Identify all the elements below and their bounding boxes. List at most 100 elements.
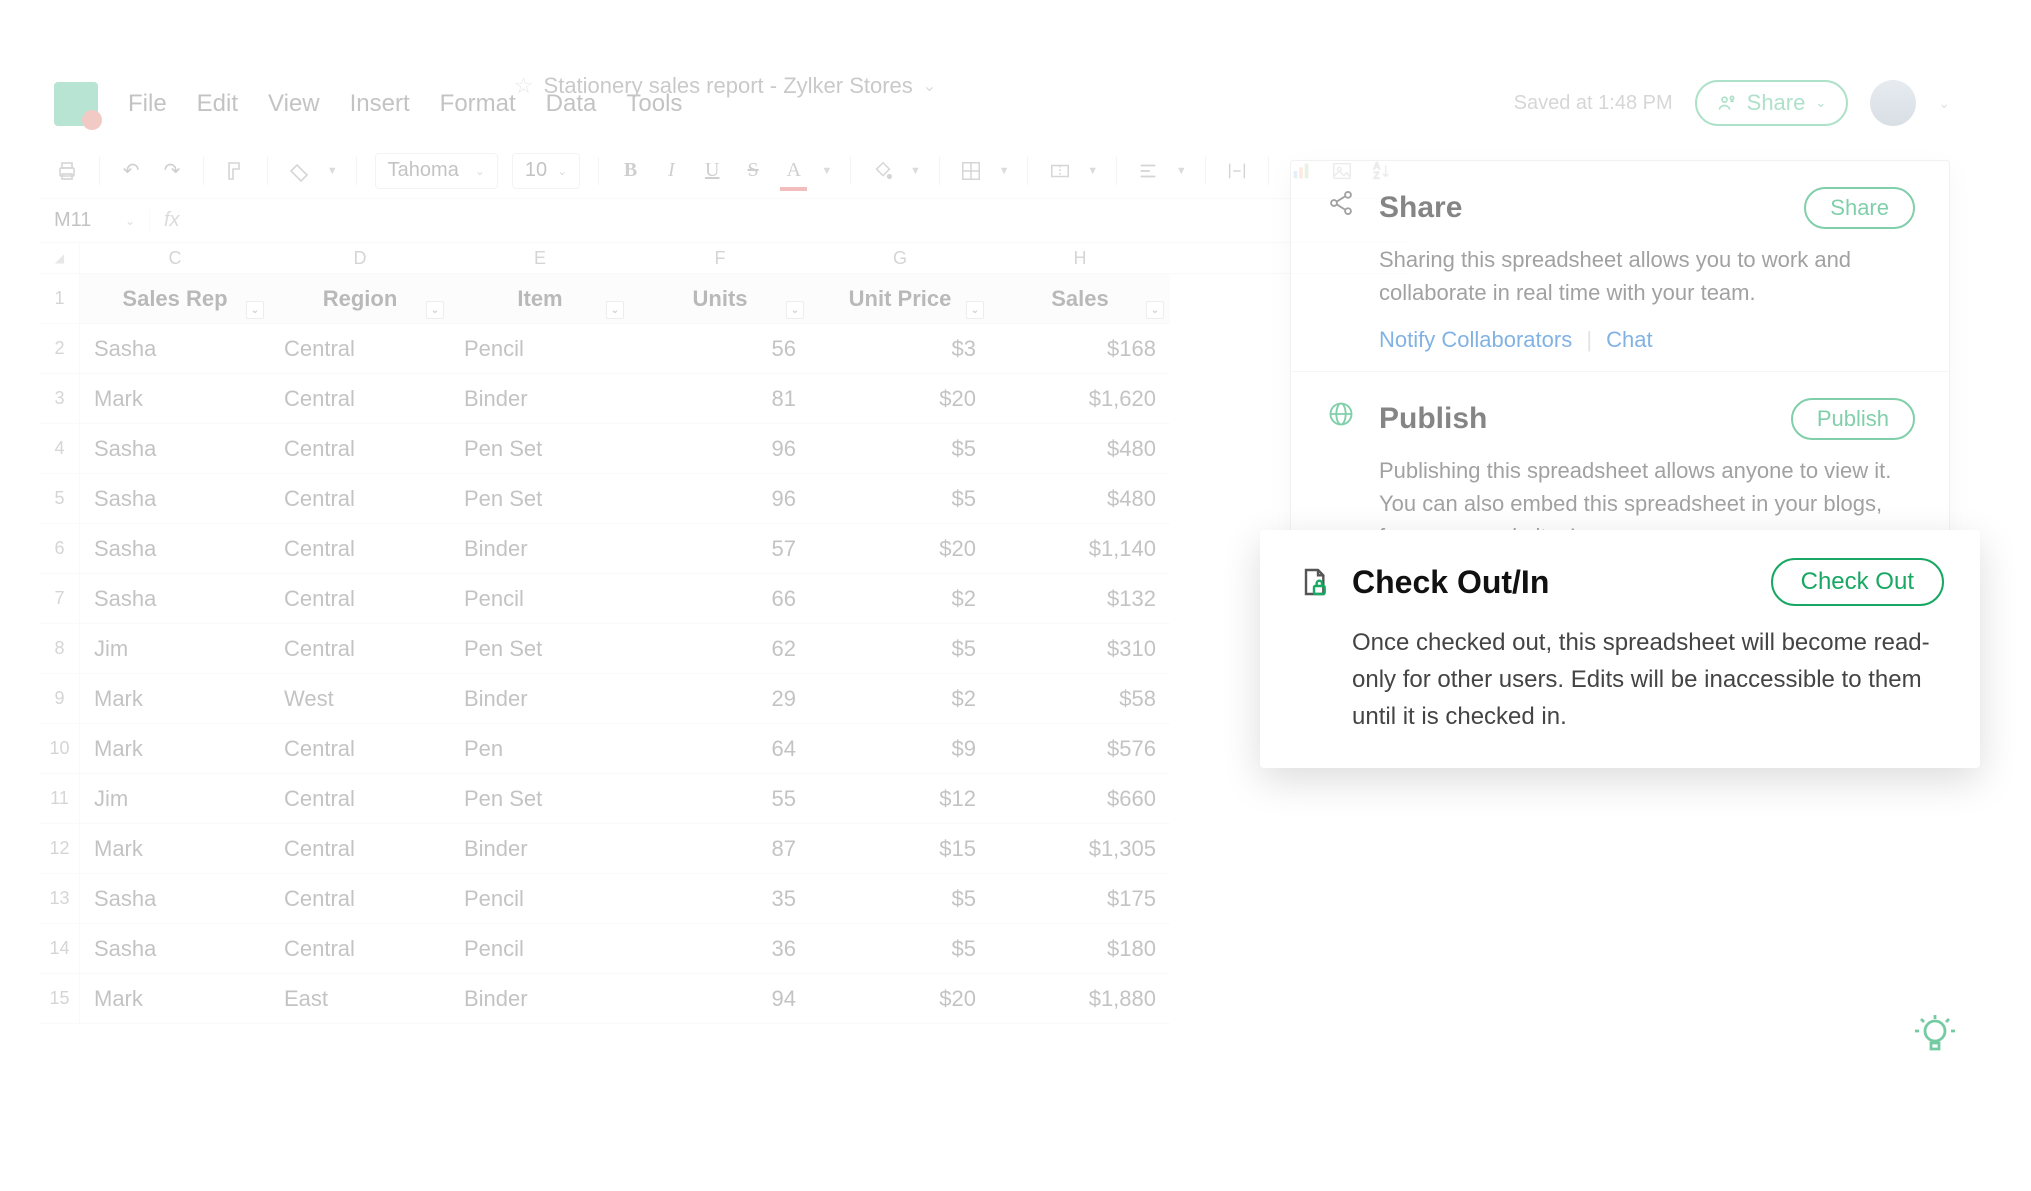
cell[interactable]: Sasha bbox=[80, 424, 270, 473]
cell[interactable]: Jim bbox=[80, 624, 270, 673]
cell[interactable]: Central bbox=[270, 524, 450, 573]
cell[interactable]: Sasha bbox=[80, 524, 270, 573]
clear-format-icon[interactable] bbox=[286, 156, 313, 186]
row-header[interactable]: 10 bbox=[40, 724, 80, 774]
cell[interactable]: 87 bbox=[630, 824, 810, 873]
table-row[interactable]: SashaCentralPen Set96$5$480 bbox=[80, 424, 1170, 474]
notify-collaborators-link[interactable]: Notify Collaborators bbox=[1379, 327, 1572, 352]
cell[interactable]: Binder bbox=[450, 524, 630, 573]
cell[interactable]: Pencil bbox=[450, 324, 630, 373]
cell[interactable]: Central bbox=[270, 474, 450, 523]
star-icon[interactable]: ☆ bbox=[514, 73, 534, 99]
cell[interactable]: $1,620 bbox=[990, 374, 1170, 423]
header-sales[interactable]: Sales⌄ bbox=[990, 274, 1170, 323]
cell[interactable]: $660 bbox=[990, 774, 1170, 823]
filter-icon[interactable]: ⌄ bbox=[966, 301, 984, 319]
cell[interactable]: Central bbox=[270, 424, 450, 473]
cell[interactable]: Central bbox=[270, 374, 450, 423]
cell[interactable]: Pen Set bbox=[450, 474, 630, 523]
table-row[interactable]: MarkCentralPen64$9$576 bbox=[80, 724, 1170, 774]
cell[interactable]: $58 bbox=[990, 674, 1170, 723]
bold-button[interactable]: B bbox=[617, 156, 644, 186]
cell[interactable]: $2 bbox=[810, 574, 990, 623]
cell[interactable]: $20 bbox=[810, 524, 990, 573]
row-header[interactable]: 5 bbox=[40, 474, 80, 524]
cell[interactable]: $168 bbox=[990, 324, 1170, 373]
cell[interactable]: $5 bbox=[810, 474, 990, 523]
cell[interactable]: Sasha bbox=[80, 874, 270, 923]
cell[interactable]: Sasha bbox=[80, 474, 270, 523]
menu-format[interactable]: Format bbox=[440, 90, 516, 118]
cell[interactable]: $9 bbox=[810, 724, 990, 773]
spreadsheet-grid[interactable]: ◢ C D E F G H 1 23456789101112131415 Sal… bbox=[40, 243, 1410, 1024]
table-row[interactable]: JimCentralPen Set55$12$660 bbox=[80, 774, 1170, 824]
font-size-select[interactable]: 10⌄ bbox=[512, 153, 580, 189]
cell[interactable]: 57 bbox=[630, 524, 810, 573]
row-header[interactable]: 15 bbox=[40, 974, 80, 1024]
cell[interactable]: $1,140 bbox=[990, 524, 1170, 573]
cell[interactable]: 96 bbox=[630, 424, 810, 473]
share-button[interactable]: Share ⌄ bbox=[1695, 80, 1849, 126]
cell[interactable]: Sasha bbox=[80, 324, 270, 373]
text-color-button[interactable]: A bbox=[780, 156, 807, 186]
cell[interactable]: $15 bbox=[810, 824, 990, 873]
row-header[interactable]: 9 bbox=[40, 674, 80, 724]
select-all-corner[interactable]: ◢ bbox=[40, 243, 80, 273]
align-icon[interactable] bbox=[1135, 156, 1162, 186]
cell[interactable]: $2 bbox=[810, 674, 990, 723]
borders-icon[interactable] bbox=[958, 156, 985, 186]
cell[interactable]: 35 bbox=[630, 874, 810, 923]
cell[interactable]: West bbox=[270, 674, 450, 723]
cell[interactable]: $5 bbox=[810, 424, 990, 473]
cell[interactable]: Sasha bbox=[80, 924, 270, 973]
table-row[interactable]: SashaCentralPencil56$3$168 bbox=[80, 324, 1170, 374]
cell[interactable]: Central bbox=[270, 774, 450, 823]
format-painter-icon[interactable] bbox=[222, 156, 249, 186]
cell[interactable]: Mark bbox=[80, 824, 270, 873]
print-icon[interactable] bbox=[54, 156, 81, 186]
table-row[interactable]: MarkCentralBinder81$20$1,620 bbox=[80, 374, 1170, 424]
col-header[interactable]: C bbox=[80, 243, 270, 273]
help-bulb-icon[interactable] bbox=[1911, 1011, 1961, 1061]
cell[interactable]: Pencil bbox=[450, 874, 630, 923]
cell[interactable]: $480 bbox=[990, 474, 1170, 523]
col-header[interactable]: E bbox=[450, 243, 630, 273]
cell[interactable]: 62 bbox=[630, 624, 810, 673]
cell[interactable]: 96 bbox=[630, 474, 810, 523]
col-header[interactable]: G bbox=[810, 243, 990, 273]
header-region[interactable]: Region⌄ bbox=[270, 274, 450, 323]
cell[interactable]: $576 bbox=[990, 724, 1170, 773]
cell[interactable]: Central bbox=[270, 574, 450, 623]
filter-icon[interactable]: ⌄ bbox=[426, 301, 444, 319]
chevron-down-icon[interactable]: ⌄ bbox=[923, 76, 936, 96]
cell[interactable]: 56 bbox=[630, 324, 810, 373]
cell[interactable]: 55 bbox=[630, 774, 810, 823]
wrap-text-icon[interactable] bbox=[1224, 156, 1251, 186]
fill-color-icon[interactable] bbox=[869, 156, 896, 186]
header-sales-rep[interactable]: Sales Rep⌄ bbox=[80, 274, 270, 323]
cell[interactable]: Central bbox=[270, 874, 450, 923]
row-header[interactable]: 4 bbox=[40, 424, 80, 474]
col-header[interactable]: H bbox=[990, 243, 1170, 273]
cell[interactable]: $180 bbox=[990, 924, 1170, 973]
publish-button[interactable]: Publish bbox=[1791, 398, 1915, 440]
cell[interactable]: Mark bbox=[80, 374, 270, 423]
cell[interactable]: Central bbox=[270, 824, 450, 873]
table-row[interactable]: MarkEastBinder94$20$1,880 bbox=[80, 974, 1170, 1024]
row-header[interactable]: 2 bbox=[40, 324, 80, 374]
row-header[interactable]: 12 bbox=[40, 824, 80, 874]
col-header[interactable]: D bbox=[270, 243, 450, 273]
cell[interactable]: Pen Set bbox=[450, 424, 630, 473]
cell[interactable]: Mark bbox=[80, 724, 270, 773]
cell[interactable]: 66 bbox=[630, 574, 810, 623]
italic-button[interactable]: I bbox=[658, 156, 685, 186]
cell[interactable]: $132 bbox=[990, 574, 1170, 623]
filter-icon[interactable]: ⌄ bbox=[606, 301, 624, 319]
cell[interactable]: Binder bbox=[450, 974, 630, 1023]
cell[interactable]: Binder bbox=[450, 374, 630, 423]
cell[interactable]: $310 bbox=[990, 624, 1170, 673]
row-header[interactable]: 1 bbox=[40, 274, 80, 324]
row-header[interactable]: 6 bbox=[40, 524, 80, 574]
cell[interactable]: East bbox=[270, 974, 450, 1023]
row-header[interactable]: 11 bbox=[40, 774, 80, 824]
